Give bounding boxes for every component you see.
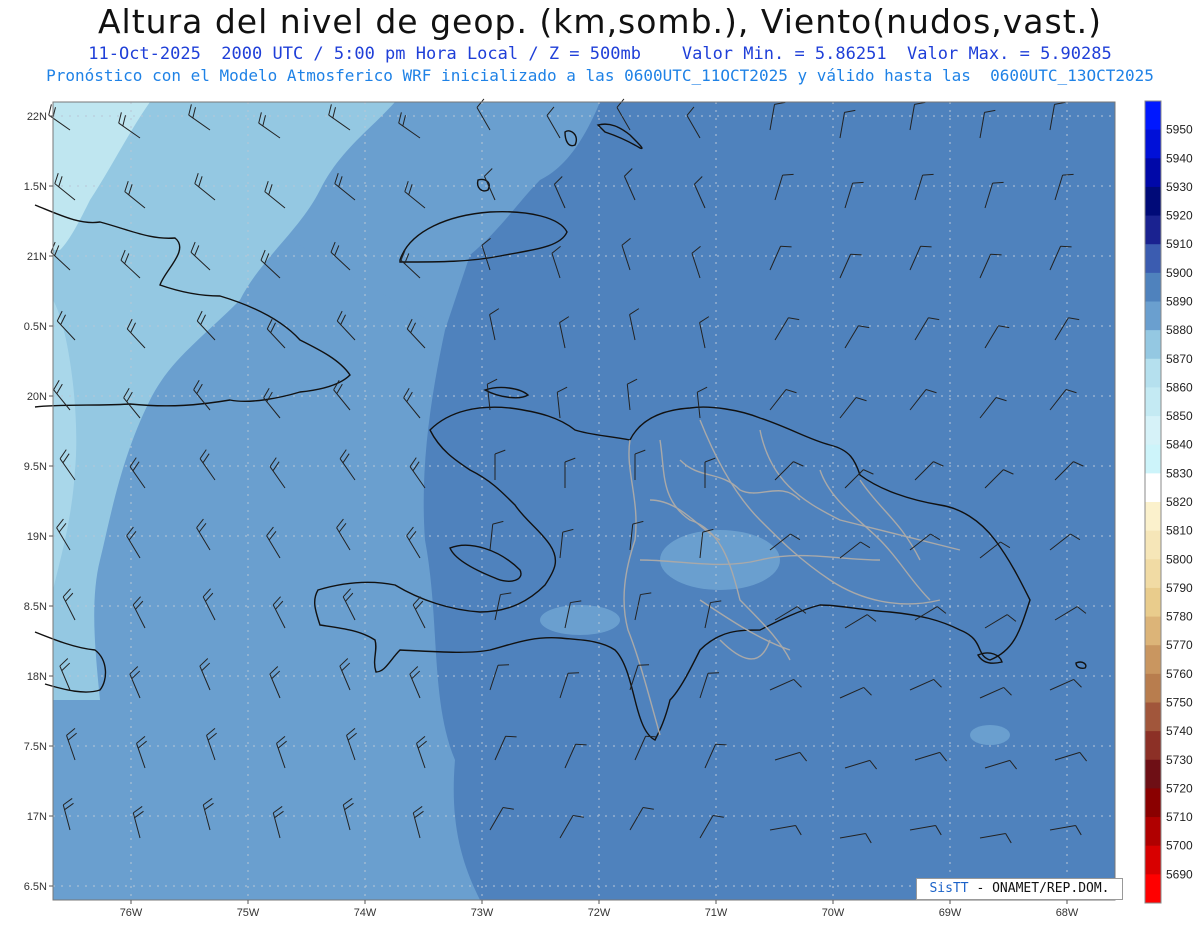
colorbar-swatch <box>1145 416 1161 446</box>
lat-label: 21N <box>27 251 47 263</box>
colorbar-label: 5950 <box>1166 123 1193 137</box>
colorbar-label: 5810 <box>1166 524 1193 538</box>
colorbar-swatch <box>1145 645 1161 675</box>
colorbar: 5950 5940 5930 5920 5910 5900 5890 5880 5870 5860… <box>1144 100 1193 904</box>
geopotential-field <box>53 102 1115 900</box>
colorbar-swatch <box>1145 330 1161 360</box>
colorbar-label: 5690 <box>1166 867 1193 881</box>
colorbar-swatch <box>1145 587 1161 618</box>
colorbar-label: 5910 <box>1166 237 1193 251</box>
colorbar-swatch <box>1145 502 1161 532</box>
colorbar-label: 5920 <box>1166 209 1193 223</box>
colorbar-label: 5870 <box>1166 352 1193 366</box>
colorbar-swatch <box>1145 874 1161 904</box>
colorbar-label: 5770 <box>1166 638 1193 652</box>
colorbar-swatch <box>1145 559 1161 589</box>
colorbar-label: 5800 <box>1166 552 1193 566</box>
colorbar-swatch <box>1145 215 1161 245</box>
lat-label: 7.5N <box>24 741 47 753</box>
credit-text: - ONAMET/REP.DOM. <box>976 881 1110 896</box>
lat-label: 0.5N <box>24 321 47 333</box>
lon-label: 71W <box>705 907 728 919</box>
colorbar-label: 5830 <box>1166 466 1193 480</box>
lon-label: 70W <box>822 907 845 919</box>
lat-label: 20N <box>27 391 47 403</box>
colorbar-label: 5720 <box>1166 781 1193 795</box>
lon-label: 72W <box>588 907 611 919</box>
colorbar-label: 5730 <box>1166 753 1193 767</box>
colorbar-label: 5740 <box>1166 724 1193 738</box>
colorbar-swatch <box>1145 272 1161 302</box>
colorbar-label: 5850 <box>1166 409 1193 423</box>
lon-label: 74W <box>354 907 377 919</box>
colorbar-label: 5710 <box>1166 810 1193 824</box>
colorbar-swatch <box>1145 473 1161 503</box>
colorbar-swatch <box>1145 244 1161 274</box>
colorbar-label: 5780 <box>1166 610 1193 624</box>
lat-label: 6.5N <box>24 881 47 893</box>
longitude-labels: 76W 75W 74W 73W 72W 71W 70W 69W 68W <box>120 900 1079 919</box>
colorbar-swatch <box>1145 358 1161 388</box>
colorbar-swatch <box>1145 616 1161 646</box>
colorbar-label: 5940 <box>1166 151 1193 165</box>
colorbar-label: 5900 <box>1166 266 1193 280</box>
colorbar-swatch <box>1145 702 1161 732</box>
colorbar-swatch <box>1145 788 1161 818</box>
colorbar-label: 5840 <box>1166 438 1193 452</box>
lat-label: 8.5N <box>24 601 47 613</box>
colorbar-label: 5880 <box>1166 323 1193 337</box>
colorbar-swatch <box>1145 301 1161 331</box>
lat-label: 9.5N <box>24 461 47 473</box>
lat-label: 22N <box>27 111 47 123</box>
credit-box: SisTT - ONAMET/REP.DOM. <box>916 878 1123 900</box>
colorbar-label: 5760 <box>1166 667 1193 681</box>
lat-label: 1.5N <box>24 181 47 193</box>
colorbar-label: 5930 <box>1166 180 1193 194</box>
lon-label: 76W <box>120 907 143 919</box>
colorbar-label: 5860 <box>1166 380 1193 394</box>
colorbar-swatch <box>1145 673 1161 703</box>
lon-label: 69W <box>939 907 962 919</box>
colorbar-swatch <box>1145 444 1161 474</box>
lat-label: 17N <box>27 811 47 823</box>
colorbar-swatch <box>1145 186 1161 217</box>
lat-label: 18N <box>27 671 47 683</box>
colorbar-label: 5750 <box>1166 696 1193 710</box>
colorbar-swatch <box>1145 387 1161 417</box>
latitude-labels: 22N 1.5N 21N 0.5N 20N 9.5N 19N 8.5N 18N 7.5N 17N 6.… <box>24 111 53 893</box>
colorbar-swatch <box>1145 530 1161 560</box>
colorbar-swatch <box>1145 817 1161 847</box>
colorbar-label: 5700 <box>1166 839 1193 853</box>
colorbar-label: 5820 <box>1166 495 1193 509</box>
lon-label: 75W <box>237 907 260 919</box>
map-canvas: 22N 1.5N 21N 0.5N 20N 9.5N 19N 8.5N 18N 7.5N 17N 6.… <box>24 98 1193 919</box>
colorbar-swatch <box>1145 845 1161 875</box>
lon-label: 73W <box>471 907 494 919</box>
colorbar-swatch <box>1145 101 1161 131</box>
colorbar-swatch <box>1145 759 1161 789</box>
brand-logo: SisTT <box>929 881 969 896</box>
colorbar-label: 5890 <box>1166 295 1193 309</box>
lat-label: 19N <box>27 531 47 543</box>
colorbar-label: 5790 <box>1166 581 1193 595</box>
colorbar-swatch <box>1145 731 1161 761</box>
lon-label: 68W <box>1056 907 1079 919</box>
colorbar-swatch <box>1145 129 1161 159</box>
colorbar-swatch <box>1145 158 1161 188</box>
